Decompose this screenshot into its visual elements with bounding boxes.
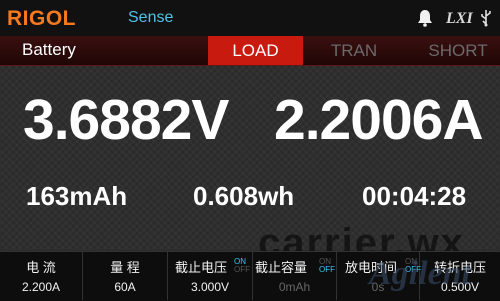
- watermark-logo-text: Agilent: [369, 255, 472, 292]
- bell-icon: [418, 10, 432, 27]
- param-label: 截止电压: [174, 260, 227, 275]
- param-range[interactable]: 量 程 60A: [83, 251, 168, 300]
- param-value: 2.200A: [21, 280, 61, 294]
- current-reading: 2.2006A: [274, 88, 484, 152]
- capacity-reading: 163mAh: [26, 181, 128, 211]
- onoff-toggle[interactable]: ON OFF: [234, 258, 250, 274]
- lxi-status-label: LXI: [446, 10, 473, 27]
- voltage-reading: 3.6882V: [23, 88, 229, 152]
- tab-short[interactable]: SHORT: [416, 36, 500, 65]
- usb-icon: [481, 10, 491, 27]
- param-label: 截止容量: [255, 260, 308, 275]
- energy-reading: 0.608wh: [193, 181, 295, 211]
- mode-title: Battery: [22, 40, 76, 59]
- toggle-off-label: OFF: [234, 265, 250, 274]
- param-current[interactable]: 电 流 2.200A: [0, 251, 83, 300]
- param-value: 3.000V: [190, 280, 230, 294]
- param-value: 0mAh: [278, 280, 311, 294]
- onoff-toggle[interactable]: ON OFF: [319, 258, 335, 274]
- param-value: 60A: [114, 280, 136, 294]
- elapsed-time-reading: 00:04:28: [362, 181, 467, 211]
- brand-logo: RIGOL: [7, 7, 76, 30]
- sense-indicator: Sense: [128, 9, 174, 26]
- param-label: 电 流: [26, 260, 56, 275]
- param-label: 量 程: [110, 260, 140, 275]
- param-cutoff-voltage[interactable]: 截止电压 ON OFF 3.000V: [168, 251, 253, 300]
- tab-tran[interactable]: TRAN: [317, 36, 391, 65]
- toggle-off-label: OFF: [319, 265, 335, 274]
- tab-load[interactable]: LOAD: [208, 36, 303, 65]
- param-cutoff-capacity[interactable]: 截止容量 ON OFF 0mAh: [253, 251, 337, 300]
